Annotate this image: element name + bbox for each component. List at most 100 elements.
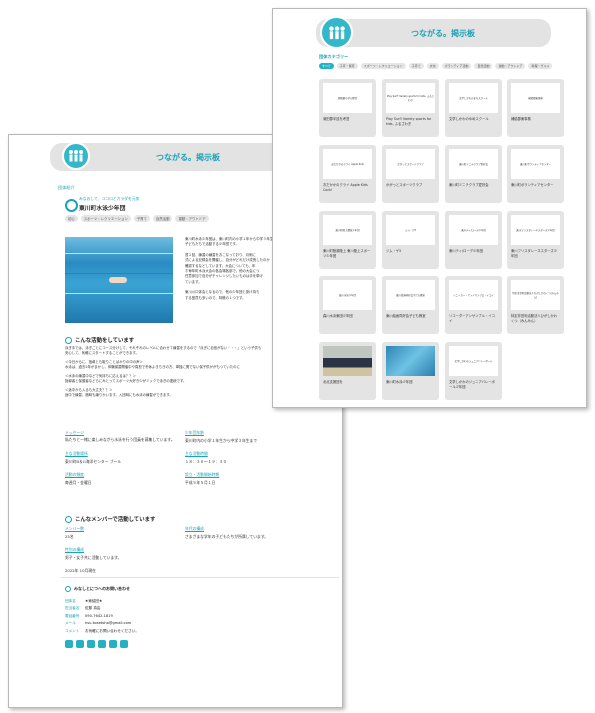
member-fields: メンバー数 25名 年代の構成 さまざまな学年の子どもたちが所属しています。 性別の… — [65, 526, 335, 574]
org-card[interactable]: 東川町陸上競技少年団 東川町陸源陸上 東川陸上スポーツ少年団 — [319, 211, 376, 269]
org-card-image: 朝和郡ホダモ経営 — [323, 83, 372, 113]
org-ring-icon — [65, 199, 78, 212]
org-card[interactable]: 森川水泳少年団 森川水泳東団少年団 — [319, 276, 376, 334]
org-card-caption: 東川町ボランティアセンター — [511, 183, 554, 187]
instagram-icon[interactable] — [109, 640, 117, 648]
org-subtitle: みなおして、ココロとカラダを元気 — [79, 196, 140, 201]
back-page-header: つながる。掲示板 — [50, 142, 300, 171]
org-card-image: かがっとスポーツクラブ — [386, 149, 435, 179]
org-card-caption: 北北支援団を — [323, 380, 343, 384]
org-card-image: 森川水泳少年団 — [323, 280, 372, 310]
contact-value: ★東結団★ — [85, 599, 103, 603]
ring-icon — [65, 586, 71, 592]
org-card-image: 東川町ボランティアセンター — [511, 149, 560, 179]
line-icon[interactable] — [76, 640, 84, 648]
ring-icon — [65, 515, 72, 523]
field-value: 25名 — [65, 534, 74, 539]
org-card-caption: 東川フリスタレーネスターズ少年団 — [511, 249, 557, 258]
tag-chip[interactable]: 自然活動 — [152, 215, 173, 222]
contact-row: コメント お気軽にお問い合わせください。 — [65, 628, 265, 635]
contact-heading-text: みなしとにつへのお問い合わせ — [74, 586, 130, 591]
tag-chip[interactable]: 初心 — [65, 215, 78, 222]
org-card-image: 東川ティ/ローデ少年団 — [449, 215, 498, 245]
org-card[interactable]: 東川町ボランティアセンター 東川町ボランティアセンター — [507, 145, 564, 203]
field-label: 主な活動場所 — [65, 451, 88, 456]
org-card[interactable]: 東川町水泳少年団 — [382, 342, 439, 400]
org-card-caption: Play Surf! Variety sports for kids, ふるさわ… — [386, 117, 432, 126]
org-card-caption: 文学しかわのゆめスクール — [449, 117, 489, 121]
org-card[interactable]: 朝和郡ホダモ経営菊田郡半巡を考営 — [319, 79, 376, 137]
field-value: 東川町B＆G海洋センター プール — [65, 459, 122, 464]
field-label: 性別の構成 — [65, 547, 84, 552]
org-card[interactable]: ソニーカー・アンドマンブロ・イコイリコーダーアンサンブル・イコイ — [445, 276, 502, 334]
org-card-caption: おだかかのクライ Apple Kids Cock! — [323, 183, 368, 192]
mail-icon[interactable] — [65, 640, 73, 648]
org-card-image: おだかかのクライ Apple Kids — [323, 149, 372, 179]
org-card[interactable]: 文学しかわのまちスクール文学しかわのゆめスクール — [445, 79, 502, 137]
field-age: 少年団年齢 東川町内の小学１年生から中学３年生まで — [185, 430, 335, 444]
field-value: 2022年 10月現在 — [65, 568, 96, 573]
org-card-image: 東川絵画同好会子ども教室 — [386, 280, 435, 310]
org-card[interactable]: ジム・ゲ5 ジム・ゲ5 — [382, 211, 439, 269]
org-card[interactable]: 東川フリスタレーネスターズ少年団 東川フリスタレーネスターズ少年団 — [507, 211, 564, 269]
org-card-caption: 東川絵画同好会子ども教室 — [386, 314, 426, 318]
field-value: １８：３０〜１９：３０ — [185, 459, 227, 464]
header-title: つながる。掲示板 — [156, 153, 220, 162]
field-age-mix: 年代の構成さまざまな学年の子どもたちが所属しています。 — [185, 526, 335, 540]
members-heading: こんなメンバーで活動しています — [65, 515, 155, 523]
tag-chip[interactable]: スポーツ・レクリエーション — [80, 215, 131, 222]
field-value: さまざまな学年の子どもたちが所属しています。 — [185, 534, 269, 539]
contact-heading: みなしとにつへのお問い合わせ — [65, 586, 130, 592]
social-icons — [65, 640, 128, 648]
logo-icon[interactable] — [62, 142, 90, 170]
contact-row: 電話番号 090-7642-1819 — [65, 613, 265, 620]
org-card-image: 東川フリスタレーネスターズ少年団 — [511, 215, 560, 245]
contact-box: みなしとにつへのお問い合わせ 団体名 ★東結団★ 担当者名 佐藤 真由 電話番号 09… — [61, 577, 339, 657]
field-place: 主な活動場所東川町B＆G海洋センター プール — [65, 451, 185, 465]
field-frequency: 活動の頻度 毎週月・金曜日 — [65, 472, 185, 486]
org-name: 東川町水泳少年団 — [79, 206, 126, 212]
activity-fields: メッセージ 私たちと一緒に楽しみながら水泳を行う団員を募集しています。 少年団年齢… — [65, 430, 335, 486]
org-card-caption: 東川町ミニテクラブ愛好会 — [449, 183, 489, 187]
field-as-of: 2022年 10月現在 — [65, 568, 335, 574]
contact-row: メール hsu.kosetoho@gmail.com — [65, 620, 265, 627]
org-card-image: 文学しかわのまちスクール — [449, 83, 498, 113]
org-card-photo — [386, 346, 435, 376]
org-card-caption: 東川町陸源陸上 東川陸上スポーツ少年団 — [323, 249, 371, 258]
org-card[interactable]: 特定非営利活動法人ひがしかわくつ(みんみん) 特定非営利活動法人ひがしかわくつ（み… — [507, 276, 564, 334]
field-value: 男子・女子共に活動しています。 — [65, 555, 122, 560]
org-card[interactable]: 補給郡東事務 補給郡東事務 — [507, 79, 564, 137]
org-card-caption: 菊田郡半巡を考営 — [323, 117, 350, 121]
twitter-icon[interactable] — [98, 640, 106, 648]
tag-chip[interactable]: 運動・アウトドア — [175, 215, 209, 222]
org-card-caption: 特定非営利活動法人ひがしかわくつ（みんみん） — [511, 314, 558, 323]
facebook-icon[interactable] — [87, 640, 95, 648]
org-card-caption: かがっとスポーツクラブ — [386, 183, 423, 187]
field-value: 私たちと一緒に楽しみながら水泳を行う団員を募集しています。 — [65, 437, 175, 442]
tag-chip[interactable]: 子育て — [133, 215, 150, 222]
web-icon[interactable] — [120, 640, 128, 648]
org-card[interactable]: 東川絵画同好会子ども教室 東川絵画同好会子ども教室 — [382, 276, 439, 334]
org-card[interactable]: かがっとスポーツクラブ かがっとスポーツクラブ — [382, 145, 439, 203]
org-card[interactable]: 北北支援団を — [319, 342, 376, 400]
org-card-image: Play Surf! Variety sports for kids, ふるさわ… — [386, 83, 435, 113]
org-card[interactable]: おだかかのクライ Apple Kids おだかかのクライ Apple Kids C… — [319, 145, 376, 203]
org-card-caption: リコーダーアンサンブル・イコイ — [449, 314, 495, 323]
contact-row: 団体名 ★東結団★ — [65, 598, 265, 605]
field-message: メッセージ 私たちと一緒に楽しみながら水泳を行う団員を募集しています。 — [65, 430, 185, 444]
org-card[interactable]: 東川ティ/ローデ少年団 東川ティ/ローデ少年団 — [445, 211, 502, 269]
activity-heading-text: こんな活動をしています — [75, 338, 135, 344]
members-heading-text: こんなメンバーで活動しています — [75, 517, 156, 523]
org-card-caption: 東川町水泳少年団 — [386, 380, 413, 384]
field-value: 東川町内の小学１年生から中学３年生まで — [185, 438, 258, 443]
field-label: 年代の構成 — [185, 526, 204, 531]
contact-email[interactable]: hsu.kosetoho@gmail.com — [85, 621, 131, 625]
org-card-image: 補給郡東事務 — [511, 83, 560, 113]
org-card[interactable]: 文学しかわのジュニアバレーボール 文学しかわのジュニアバレーボール少年団 — [445, 342, 502, 400]
section-label: 団体紹介 — [58, 185, 75, 190]
org-card-image: ソニーカー・アンドマンブロ・イコイ — [449, 280, 498, 310]
contact-label: メール — [65, 621, 76, 626]
org-card[interactable]: 東川町ミニテクラブ愛好会 東川町ミニテクラブ愛好会 — [445, 145, 502, 203]
org-card[interactable]: Play Surf! Variety sports for kids, ふるさわ… — [382, 79, 439, 137]
org-card-caption: 補給郡東事務 — [511, 117, 531, 121]
